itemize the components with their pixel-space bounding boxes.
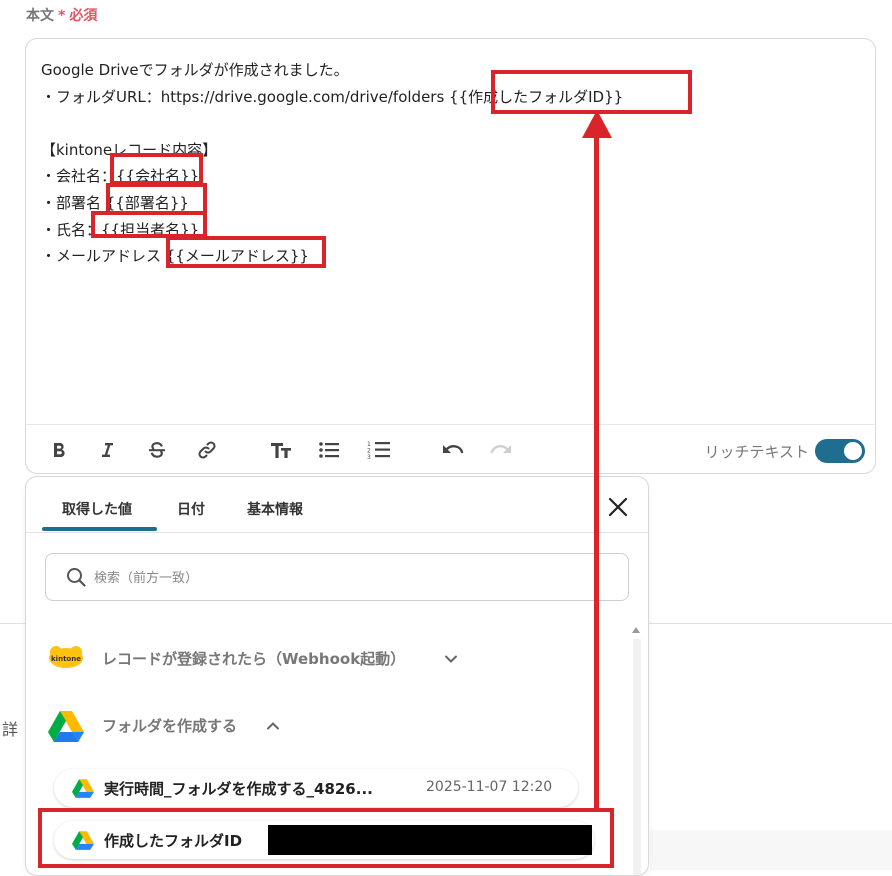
search-box [45, 553, 629, 601]
google-drive-icon [72, 831, 94, 850]
item-value: 2025-11-07 12:20 [426, 779, 553, 795]
editor-line: ・メールアドレス {{メールアドレス}} [41, 247, 309, 266]
editor-line: ・会社名：{{会社名}} [41, 167, 200, 186]
numbered-list-icon: 123 [367, 441, 390, 461]
editor-line: ・氏名：{{担当者名}} [41, 220, 200, 239]
search-input[interactable] [92, 565, 616, 591]
svg-text:3: 3 [367, 454, 371, 461]
value-picker-panel: 取得した値 日付 基本情報 kintone レコードが登録されたら（Webhoo… [25, 476, 649, 876]
item-name: 実行時間_フォルダを作成する_4826... [104, 780, 373, 798]
font-size-icon [271, 443, 291, 458]
chevron-down-icon[interactable] [444, 652, 458, 666]
bullet-list-button[interactable] [314, 435, 344, 465]
annotation-arrow-line [594, 134, 599, 811]
field-label: 本文 [26, 8, 54, 24]
value-item-created-folder-id[interactable]: 作成したフォルダID [54, 821, 594, 859]
close-button[interactable] [606, 495, 630, 519]
value-item-execution-time[interactable]: 実行時間_フォルダを作成する_4826... 2025-11-07 12:20 [54, 769, 578, 807]
side-text: 詳 [2, 720, 19, 739]
italic-button[interactable] [92, 435, 122, 465]
redo-icon [490, 445, 511, 454]
background-panel [650, 830, 892, 870]
picker-tabs: 取得した値 日付 基本情報 [26, 477, 648, 533]
kintone-logo-text: kintone [51, 655, 81, 663]
required-badge: 必須 [69, 8, 98, 24]
link-icon [198, 441, 216, 459]
font-size-button[interactable] [266, 435, 296, 465]
editor-content[interactable]: Google Driveでフォルダが作成されました。 ・フォルダURL：http… [41, 57, 861, 270]
strikethrough-icon [149, 442, 165, 458]
field-label-row: 本文 * 必須 [26, 5, 97, 25]
numbered-list-button[interactable]: 123 [364, 435, 394, 465]
scroll-track[interactable] [633, 639, 641, 875]
undo-icon [443, 445, 464, 454]
scrollbar[interactable] [632, 627, 642, 875]
link-button[interactable] [192, 435, 222, 465]
italic-icon [102, 443, 113, 457]
editor-toolbar: 123 リッチテキスト [26, 424, 875, 475]
tab-date[interactable]: 日付 [177, 499, 205, 519]
undo-button[interactable] [438, 435, 468, 465]
redacted-value [268, 825, 592, 855]
close-icon [608, 497, 628, 517]
group-title: フォルダを作成する [102, 717, 238, 735]
editor-line: ・部署名 {{部署名}} [41, 193, 189, 212]
redo-button[interactable] [486, 435, 516, 465]
google-drive-icon [48, 711, 84, 742]
bold-button[interactable] [44, 435, 74, 465]
editor-line: Google Driveでフォルダが作成されました。 [41, 61, 349, 79]
message-editor[interactable]: Google Driveでフォルダが作成されました。 ・フォルダURL：http… [25, 38, 876, 474]
group-title: レコードが登録されたら（Webhook起動） [102, 650, 406, 668]
active-tab-indicator [42, 527, 157, 531]
toggle-knob [844, 442, 862, 460]
editor-line: ・フォルダURL：https://drive.google.com/drive/… [41, 87, 624, 106]
tab-basic-info[interactable]: 基本情報 [247, 499, 303, 519]
bold-icon [54, 443, 65, 458]
required-mark: * [58, 8, 66, 24]
annotation-arrow-head-icon [582, 110, 612, 138]
chevron-up-icon[interactable] [266, 719, 280, 733]
editor-line: 【kintoneレコード内容】 [41, 140, 218, 159]
strikethrough-button[interactable] [142, 435, 172, 465]
bullet-list-icon [319, 442, 339, 458]
rich-text-label: リッチテキスト [704, 443, 809, 461]
item-name: 作成したフォルダID [104, 832, 243, 850]
google-drive-icon [72, 779, 94, 798]
kintone-icon: kintone [49, 646, 83, 668]
scroll-up-arrow-icon[interactable] [632, 627, 640, 633]
tab-fetched-values[interactable]: 取得した値 [62, 499, 132, 519]
search-icon [67, 568, 86, 587]
rich-text-toggle[interactable] [815, 439, 865, 463]
